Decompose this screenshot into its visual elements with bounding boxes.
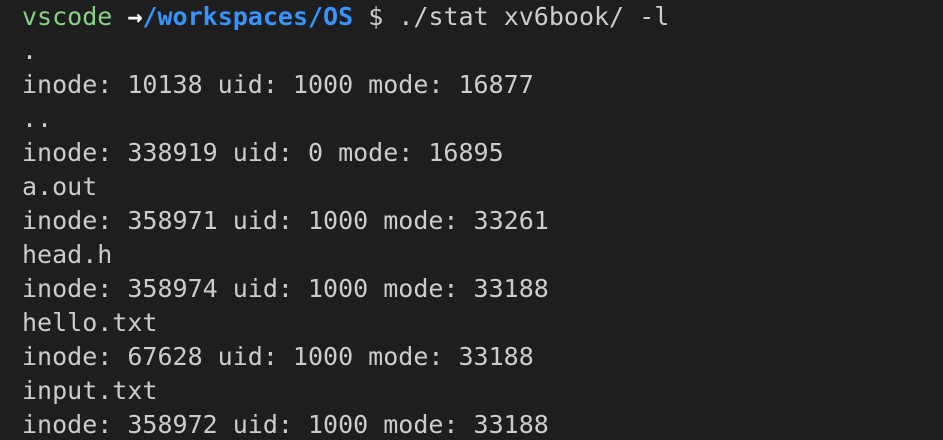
prompt-path: /workspaces/OS [142,2,354,31]
output-line: inode: 67628 uid: 1000 mode: 33188 [22,342,534,371]
output-line: hello.txt [22,308,158,337]
output-line: input.txt [22,376,158,405]
output-line: .. [22,104,53,133]
output-line: inode: 358971 uid: 1000 mode: 33261 [22,206,549,235]
output-line: a.out [22,172,98,201]
command-text: ./stat xv6book/ -l [398,2,670,31]
output-line: head.h [22,240,113,269]
output-line: inode: 358972 uid: 1000 mode: 33188 [22,410,549,439]
output-line: inode: 10138 uid: 1000 mode: 16877 [22,70,534,99]
prompt-arrow-icon: → [127,2,143,31]
prompt-line: vscode →/workspaces/OS $ ./stat xv6book/… [22,0,943,34]
output-line: . [22,36,38,65]
output-line: inode: 358974 uid: 1000 mode: 33188 [22,274,549,303]
prompt-user: vscode [22,2,113,31]
terminal-panel[interactable]: vscode →/workspaces/OS $ ./stat xv6book/… [0,0,943,440]
prompt-symbol: $ [368,2,384,31]
output-line: inode: 338919 uid: 0 mode: 16895 [22,138,504,167]
